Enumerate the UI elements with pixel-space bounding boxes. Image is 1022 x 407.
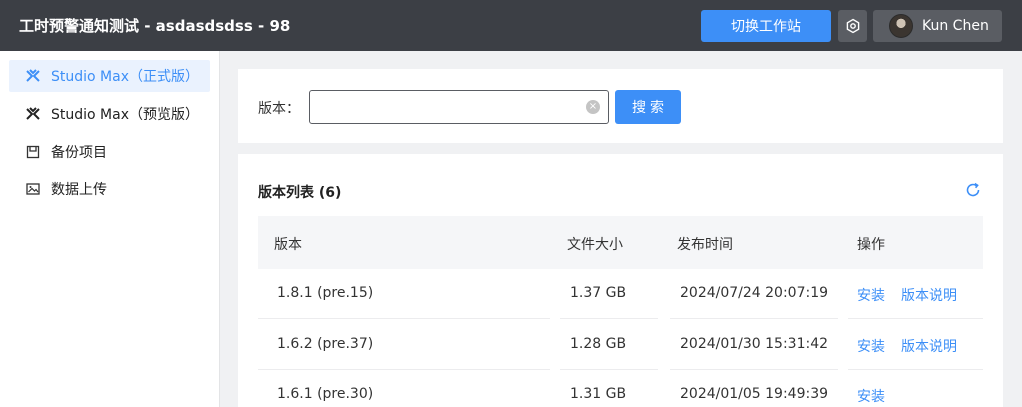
version-search-input[interactable]: × [309,90,609,124]
avatar [889,14,913,38]
image-upload-icon [25,181,41,197]
sidebar-item-backup[interactable]: 备份项目 [9,136,210,168]
table-header: 版本 文件大小 发布时间 操作 [258,216,983,269]
sidebar-item-studio-max-release[interactable]: Studio Max（正式版） [9,60,210,92]
size-cell: 1.37 GB [570,285,627,301]
refresh-icon[interactable] [964,181,982,199]
size-cell: 1.31 GB [570,386,627,402]
version-cell: 1.6.2 (pre.37) [277,336,374,352]
column-header-actions: 操作 [857,237,885,253]
row-divider [560,318,658,319]
user-menu-button[interactable]: Kun Chen [873,10,1002,42]
size-cell: 1.28 GB [570,336,627,352]
column-header-version: 版本 [274,237,302,253]
row-divider [258,318,550,319]
install-link[interactable]: 安装 [857,386,885,406]
release-notes-link[interactable]: 版本说明 [901,285,957,305]
row-divider [670,318,838,319]
install-link[interactable]: 安装 [857,336,885,356]
clear-icon[interactable]: × [586,100,600,114]
sidebar-item-label: 数据上传 [51,182,107,198]
studio-max-icon [25,68,41,84]
date-cell: 2024/01/30 15:31:42 [680,336,829,352]
top-bar: 工时预警通知测试 - asdasdsdss - 98 切换工作站 Kun Che… [0,0,1022,51]
date-cell: 2024/07/24 20:07:19 [680,285,829,301]
sidebar-item-studio-max-preview[interactable]: Studio Max（预览版） [9,98,210,130]
search-button[interactable]: 搜索 [615,90,681,124]
search-card: 版本： × 搜索 [238,69,1003,143]
studio-max-icon [25,106,41,122]
version-search-label: 版本： [258,101,300,117]
version-cell: 1.6.1 (pre.30) [277,386,374,402]
settings-button[interactable] [838,10,867,42]
list-title: 版本列表 (6) [258,185,342,201]
sidebar-item-label: 备份项目 [51,145,107,161]
release-notes-link[interactable]: 版本说明 [901,336,957,356]
sidebar-item-label: Studio Max（预览版） [51,107,199,123]
settings-icon [846,18,859,34]
table-row: 1.6.2 (pre.37) 1.28 GB 2024/01/30 15:31:… [258,320,983,370]
install-link[interactable]: 安装 [857,285,885,305]
sidebar-item-label: Studio Max（正式版） [51,69,199,85]
app-title: 工时预警通知测试 - asdasdsdss - 98 [19,17,291,35]
column-header-date: 发布时间 [677,237,733,253]
user-name: Kun Chen [922,18,989,34]
table-row: 1.6.1 (pre.30) 1.31 GB 2024/01/05 19:49:… [258,370,983,407]
sidebar: Studio Max（正式版） Studio Max（预览版） 备份项目 数据上… [0,51,220,407]
version-list-card: 版本列表 (6) 版本 文件大小 发布时间 操作 1.8.1 (pre.15) … [238,154,1003,407]
backup-icon [25,144,41,160]
switch-workspace-button[interactable]: 切换工作站 [701,10,831,42]
column-header-size: 文件大小 [567,237,623,253]
date-cell: 2024/01/05 19:49:39 [680,386,829,402]
version-cell: 1.8.1 (pre.15) [277,285,374,301]
row-divider [848,318,983,319]
table-row: 1.8.1 (pre.15) 1.37 GB 2024/07/24 20:07:… [258,269,983,319]
sidebar-item-data-upload[interactable]: 数据上传 [9,173,210,205]
